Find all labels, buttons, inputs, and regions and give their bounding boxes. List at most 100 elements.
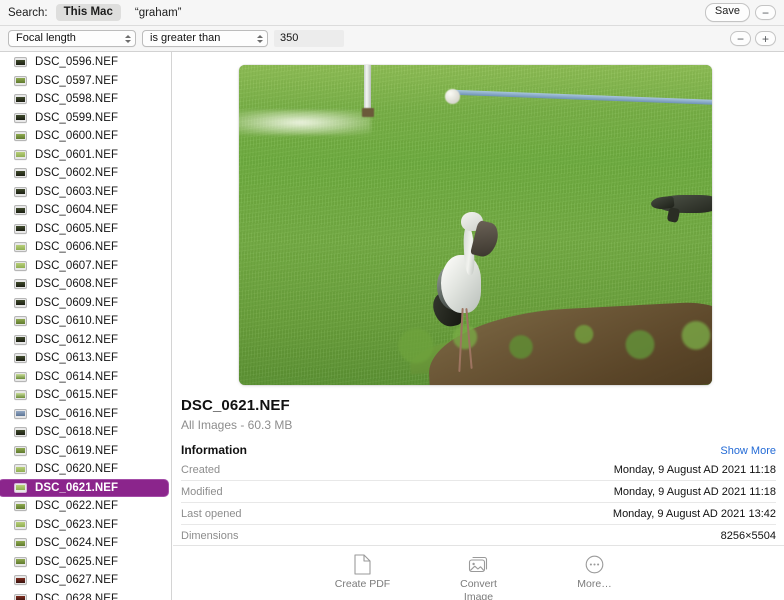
list-item-label: DSC_0608.NEF <box>35 278 119 291</box>
file-thumbnail-icon <box>14 223 27 234</box>
list-item[interactable]: DSC_0628.NEF <box>0 590 165 600</box>
add-filter-button[interactable]: + <box>755 31 776 46</box>
quick-actions-toolbar: Create PDF Convert Image More… <box>173 546 784 600</box>
list-item-label: DSC_0620.NEF <box>35 463 119 476</box>
list-item[interactable]: DSC_0618.NEF <box>0 423 165 442</box>
list-item-label: DSC_0614.NEF <box>35 370 119 383</box>
list-item-label: DSC_0613.NEF <box>35 352 119 365</box>
list-item-label: DSC_0604.NEF <box>35 204 119 217</box>
file-thumbnail-icon <box>14 57 27 68</box>
quick-action-label: Create PDF <box>334 578 391 590</box>
list-item[interactable]: DSC_0600.NEF <box>0 127 165 146</box>
information-heading: Information <box>181 443 247 457</box>
quick-action-button[interactable]: Convert Image <box>441 553 517 600</box>
filter-attribute-value: Focal length <box>16 32 76 44</box>
file-thumbnail-icon <box>14 94 27 105</box>
information-key: Last opened <box>181 507 242 520</box>
list-item[interactable]: DSC_0615.NEF <box>0 386 165 405</box>
information-value: Monday, 9 August AD 2021 13:42 <box>612 507 776 520</box>
list-item[interactable]: DSC_0597.NEF <box>0 72 165 91</box>
list-item[interactable]: DSC_0604.NEF <box>0 201 165 220</box>
list-item[interactable]: DSC_0613.NEF <box>0 349 165 368</box>
list-item[interactable]: DSC_0601.NEF <box>0 146 165 165</box>
list-item-label: DSC_0598.NEF <box>35 93 119 106</box>
list-item-label: DSC_0615.NEF <box>35 389 119 402</box>
list-item[interactable]: DSC_0612.NEF <box>0 331 165 350</box>
list-item[interactable]: DSC_0616.NEF <box>0 405 165 424</box>
file-thumbnail-icon <box>14 316 27 327</box>
preview-image-container[interactable] <box>239 65 712 385</box>
file-thumbnail-icon <box>14 593 27 600</box>
white-ball <box>444 89 460 104</box>
filter-row-actions: − + <box>730 31 776 46</box>
filter-attribute-select[interactable]: Focal length <box>8 30 136 47</box>
remove-search-row-button[interactable]: − <box>755 5 776 20</box>
list-item[interactable]: DSC_0619.NEF <box>0 442 165 461</box>
list-item[interactable]: DSC_0607.NEF <box>0 257 165 276</box>
list-item[interactable]: DSC_0623.NEF <box>0 516 165 535</box>
list-item[interactable]: DSC_0608.NEF <box>0 275 165 294</box>
search-bar-actions: Save − <box>704 3 776 22</box>
list-item[interactable]: DSC_0627.NEF <box>0 571 165 590</box>
filter-criteria-row: Focal length is greater than − + <box>0 26 784 52</box>
list-item[interactable]: DSC_0598.NEF <box>0 90 165 109</box>
list-item[interactable]: DSC_0599.NEF <box>0 109 165 128</box>
filter-operator-select[interactable]: is greater than <box>142 30 268 47</box>
list-item-label: DSC_0625.NEF <box>35 555 119 568</box>
file-thumbnail-icon <box>14 297 27 308</box>
search-results-list[interactable]: DSC_0596.NEF DSC_0597.NEF DSC_0598.NEF DSC_… <box>0 52 172 600</box>
file-thumbnail-icon <box>14 464 27 475</box>
search-scope-this-mac[interactable]: This Mac <box>55 3 121 22</box>
file-thumbnail-icon <box>14 334 27 345</box>
show-more-link[interactable]: Show More <box>720 445 776 457</box>
list-item-label: DSC_0610.NEF <box>35 315 119 328</box>
list-item[interactable]: DSC_0609.NEF <box>0 294 165 313</box>
file-thumbnail-icon <box>14 353 27 364</box>
list-item[interactable]: DSC_0622.NEF <box>0 497 165 516</box>
list-item[interactable]: DSC_0606.NEF <box>0 238 165 257</box>
chevron-updown-icon <box>257 34 263 43</box>
file-thumbnail-icon <box>14 75 27 86</box>
quick-action-label: Convert Image <box>460 578 497 600</box>
information-rows: Created Monday, 9 August AD 2021 11:18 Mod… <box>181 459 776 547</box>
list-item[interactable]: DSC_0625.NEF <box>0 553 165 572</box>
list-item[interactable]: DSC_0610.NEF <box>0 312 165 331</box>
list-item-label: DSC_0622.NEF <box>35 500 119 513</box>
search-bar: Search: This Mac “graham” Save − <box>0 0 784 26</box>
list-item[interactable]: DSC_0614.NEF <box>0 368 165 387</box>
list-item-label: DSC_0597.NEF <box>35 74 119 87</box>
list-item-label: DSC_0621.NEF <box>35 481 119 494</box>
list-item[interactable]: DSC_0602.NEF <box>0 164 165 183</box>
list-item-label: DSC_0601.NEF <box>35 148 119 161</box>
list-item[interactable]: DSC_0620.NEF <box>0 460 165 479</box>
information-value: Monday, 9 August AD 2021 11:18 <box>613 485 776 498</box>
list-item[interactable]: DSC_0603.NEF <box>0 183 165 202</box>
information-row: Last opened Monday, 9 August AD 2021 13:4… <box>181 503 776 525</box>
quick-action-button[interactable]: More… <box>557 553 633 591</box>
list-item-label: DSC_0599.NEF <box>35 111 119 124</box>
file-thumbnail-icon <box>14 575 27 586</box>
chevron-updown-icon <box>125 34 131 43</box>
information-section: DSC_0621.NEF All Images - 60.3 MB Inform… <box>181 397 776 547</box>
file-thumbnail-icon <box>14 149 27 160</box>
quick-action-button[interactable]: Create PDF <box>325 553 401 591</box>
list-item-label: DSC_0616.NEF <box>35 407 119 420</box>
list-item-selected[interactable]: DSC_0621.NEF <box>0 479 169 498</box>
list-item-label: DSC_0606.NEF <box>35 241 119 254</box>
remove-filter-button[interactable]: − <box>730 31 751 46</box>
filter-value-input[interactable] <box>274 30 344 47</box>
list-item[interactable]: DSC_0596.NEF <box>0 53 165 72</box>
ellipsis-circle-icon <box>557 553 633 575</box>
monitor-lizard <box>649 190 712 223</box>
preview-subtitle: All Images - 60.3 MB <box>181 418 293 432</box>
file-thumbnail-icon <box>14 168 27 179</box>
file-thumbnail-icon <box>14 186 27 197</box>
list-item[interactable]: DSC_0605.NEF <box>0 220 165 239</box>
list-item-label: DSC_0596.NEF <box>35 56 119 69</box>
list-item[interactable]: DSC_0624.NEF <box>0 534 165 553</box>
file-thumbnail-icon <box>14 131 27 142</box>
information-row: Created Monday, 9 August AD 2021 11:18 <box>181 459 776 481</box>
document-icon <box>325 553 401 575</box>
save-search-button[interactable]: Save <box>704 3 750 22</box>
file-thumbnail-icon <box>14 556 27 567</box>
